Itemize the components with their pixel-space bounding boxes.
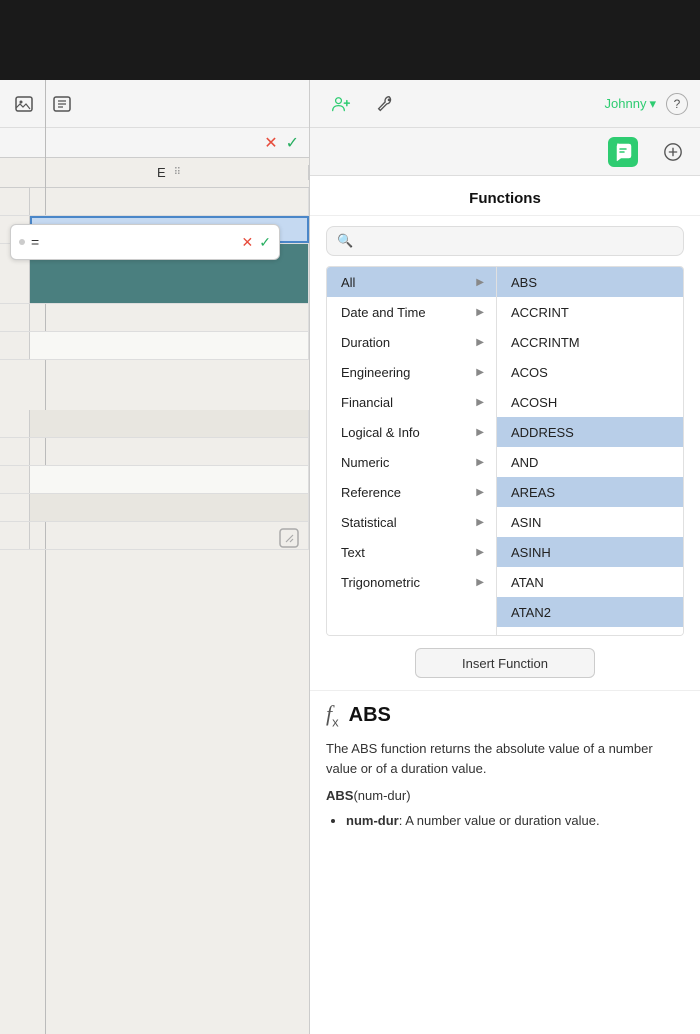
table-row xyxy=(0,188,309,216)
resize-handle-icon[interactable] xyxy=(277,526,301,550)
table-cell[interactable] xyxy=(30,438,309,465)
function-title-row: fx ABS xyxy=(326,701,684,729)
col-e-label: E xyxy=(157,165,166,180)
reject-button[interactable]: ✕ xyxy=(264,133,277,153)
col-resize-handle[interactable]: ⠿ xyxy=(174,167,181,178)
function-item-acos[interactable]: ACOS xyxy=(497,357,683,387)
insert-function-button[interactable]: Insert Function xyxy=(415,648,595,678)
spreadsheet-area: = ✕ ✓ xyxy=(0,188,309,550)
function-description: The ABS function returns the absolute va… xyxy=(326,739,684,778)
search-bar[interactable]: 🔍 xyxy=(326,226,684,256)
right-toolbar: Johnny ▾ ? xyxy=(310,80,700,128)
formula-cancel-button[interactable]: ✕ xyxy=(242,234,254,251)
formula-bar[interactable]: = ✕ ✓ xyxy=(10,224,280,260)
search-icon: 🔍 xyxy=(337,233,353,249)
function-item-atan[interactable]: ATAN xyxy=(497,567,683,597)
category-item-logical-info[interactable]: Logical & Info▶ xyxy=(327,417,496,447)
category-item-engineering[interactable]: Engineering▶ xyxy=(327,357,496,387)
function-item-asin[interactable]: ASIN xyxy=(497,507,683,537)
search-input[interactable] xyxy=(359,234,673,249)
image-icon[interactable] xyxy=(10,90,38,118)
row-number xyxy=(0,438,30,465)
function-item-and[interactable]: AND xyxy=(497,447,683,477)
main-area: ✕ ✓ E ⠿ xyxy=(0,80,700,1034)
user-chevron: ▾ xyxy=(649,96,656,112)
formula-equals: = xyxy=(31,234,39,250)
row-number xyxy=(0,304,30,331)
add-person-icon[interactable] xyxy=(326,89,356,119)
text-icon[interactable] xyxy=(48,90,76,118)
help-button[interactable]: ? xyxy=(666,93,688,115)
user-name: Johnny xyxy=(605,96,647,111)
function-item-abs[interactable]: ABS xyxy=(497,267,683,297)
table-cell[interactable] xyxy=(30,522,309,549)
functions-panel-title: Functions xyxy=(310,176,700,216)
annotation-active-icon[interactable] xyxy=(608,137,638,167)
list-icon[interactable] xyxy=(658,137,688,167)
function-name: ABS xyxy=(349,704,391,727)
category-item-text[interactable]: Text▶ xyxy=(327,537,496,567)
table-cell[interactable] xyxy=(30,332,309,359)
category-item-reference[interactable]: Reference▶ xyxy=(327,477,496,507)
function-item-atanh[interactable]: ATANH xyxy=(497,627,683,635)
table-cell[interactable] xyxy=(30,410,309,437)
table-row xyxy=(0,438,309,466)
table-row xyxy=(0,304,309,332)
category-item-duration[interactable]: Duration▶ xyxy=(327,327,496,357)
search-container: 🔍 xyxy=(310,216,700,266)
row-number xyxy=(0,522,30,549)
category-list: All▶Date and Time▶Duration▶Engineering▶F… xyxy=(327,267,497,635)
wrench-icon[interactable] xyxy=(370,89,400,119)
left-panel: ✕ ✓ E ⠿ xyxy=(0,80,310,1034)
function-param-list: num-dur: A number value or duration valu… xyxy=(326,811,684,831)
row-number xyxy=(0,494,30,521)
row-number xyxy=(0,466,30,493)
table-cell[interactable] xyxy=(30,494,309,521)
table-row xyxy=(0,466,309,494)
category-item-numeric[interactable]: Numeric▶ xyxy=(327,447,496,477)
col-e-header[interactable]: E ⠿ xyxy=(30,165,309,180)
function-item-atan2[interactable]: ATAN2 xyxy=(497,597,683,627)
category-item-statistical[interactable]: Statistical▶ xyxy=(327,507,496,537)
function-item-asinh[interactable]: ASINH xyxy=(497,537,683,567)
table-row xyxy=(0,494,309,522)
function-item-accrintm[interactable]: ACCRINTM xyxy=(497,327,683,357)
category-item-all[interactable]: All▶ xyxy=(327,267,496,297)
function-result-list: ABSACCRINTACCRINTMACOSACOSHADDRESSANDARE… xyxy=(497,267,683,635)
category-item-trigonometric[interactable]: Trigonometric▶ xyxy=(327,567,496,597)
col-header-row: E ⠿ xyxy=(0,158,309,188)
accept-button[interactable]: ✓ xyxy=(286,133,299,153)
table-row xyxy=(0,410,309,438)
category-item-date-time[interactable]: Date and Time▶ xyxy=(327,297,496,327)
row-number xyxy=(0,188,30,215)
table-cell[interactable] xyxy=(30,188,309,215)
formula-dot xyxy=(19,239,25,245)
right-panel: Johnny ▾ ? Functions xyxy=(310,80,700,1034)
fx-icon: fx xyxy=(326,701,339,729)
table-cell[interactable] xyxy=(30,466,309,493)
function-item-areas[interactable]: AREAS xyxy=(497,477,683,507)
function-item-acosh[interactable]: ACOSH xyxy=(497,387,683,417)
formula-input[interactable] xyxy=(45,235,235,250)
header-accept-row: ✕ ✓ xyxy=(0,128,309,158)
row-number xyxy=(0,332,30,359)
row-number xyxy=(0,410,30,437)
table-row xyxy=(0,522,309,550)
param-item: num-dur: A number value or duration valu… xyxy=(346,811,684,831)
spreadsheet-toolbar xyxy=(0,80,309,128)
top-bar xyxy=(0,0,700,80)
function-description-panel: fx ABS The ABS function returns the abso… xyxy=(310,690,700,1034)
category-item-financial[interactable]: Financial▶ xyxy=(327,387,496,417)
formula-bar-area: = ✕ ✓ xyxy=(0,360,309,410)
user-menu-button[interactable]: Johnny ▾ xyxy=(605,96,656,112)
function-list-container: All▶Date and Time▶Duration▶Engineering▶F… xyxy=(326,266,684,636)
formula-accept-button[interactable]: ✓ xyxy=(259,234,271,251)
function-item-address[interactable]: ADDRESS xyxy=(497,417,683,447)
table-row xyxy=(0,332,309,360)
function-syntax: ABS(num-dur) xyxy=(326,788,684,803)
function-item-accrint[interactable]: ACCRINT xyxy=(497,297,683,327)
sub-toolbar xyxy=(310,128,700,176)
insert-button-container: Insert Function xyxy=(310,636,700,690)
table-cell[interactable] xyxy=(30,304,309,331)
